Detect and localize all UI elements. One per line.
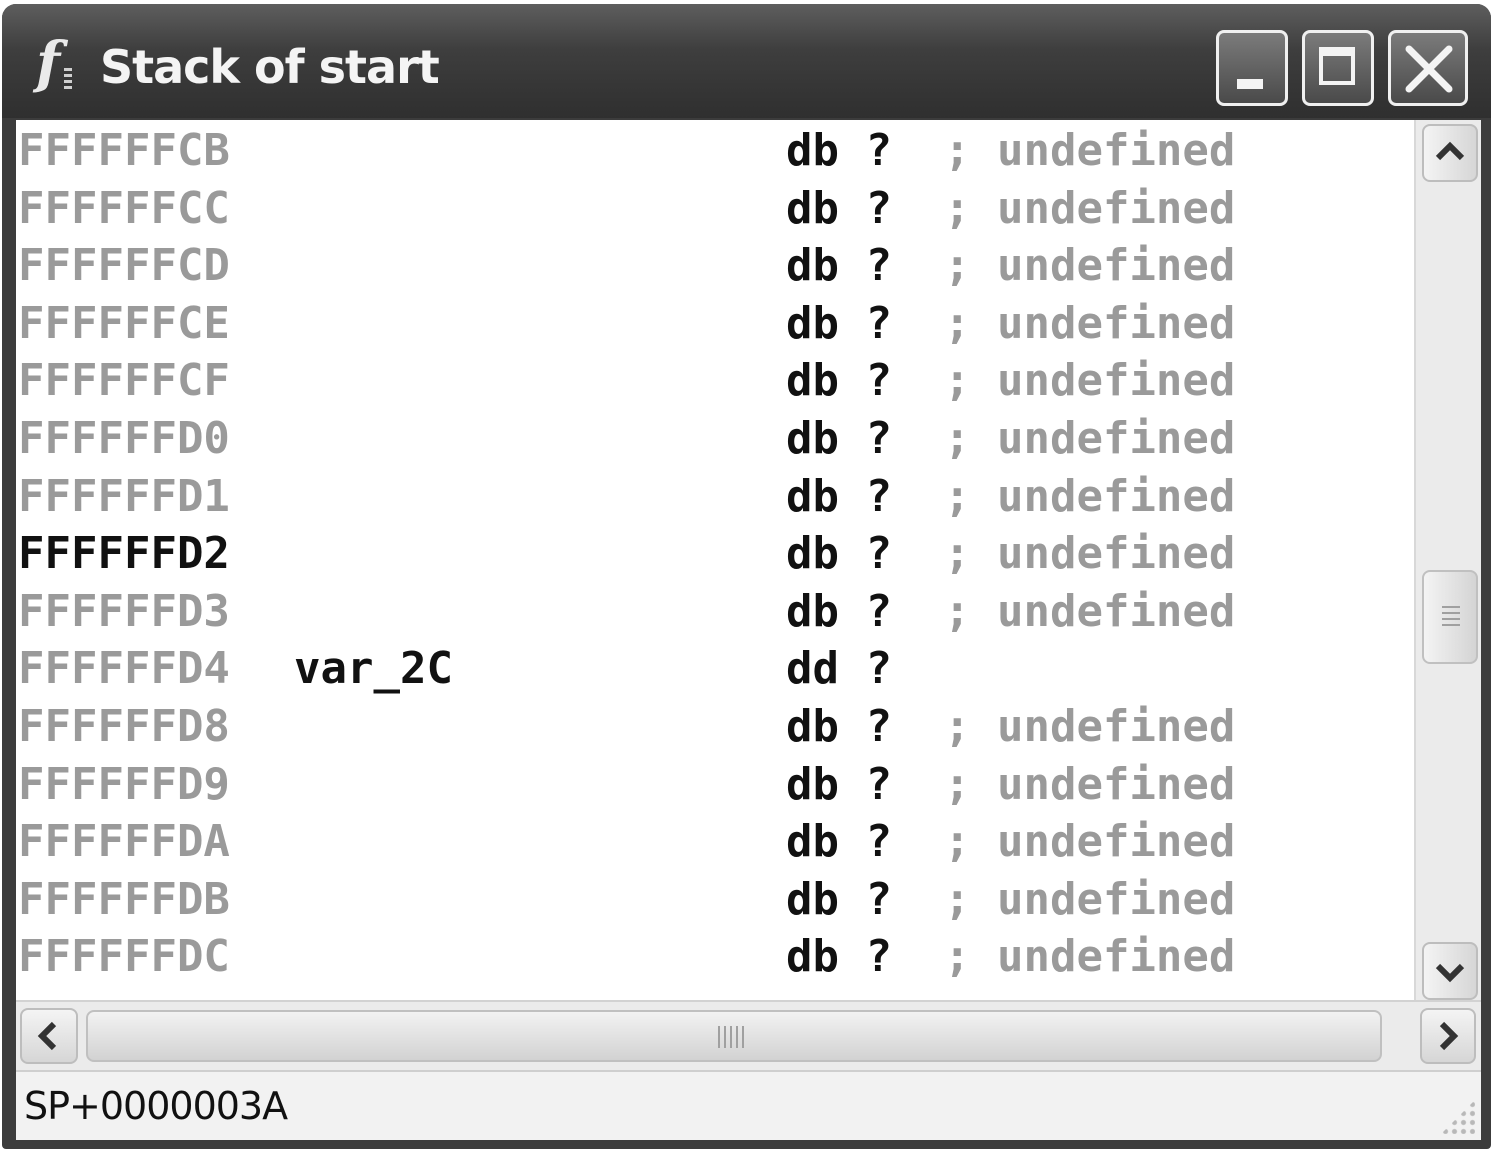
ida-function-icon: f xyxy=(34,30,94,98)
row-address: FFFFFFD1 xyxy=(18,470,230,522)
stack-pointer-offset: SP+0000003A xyxy=(24,1084,288,1128)
row-address: FFFFFFD8 xyxy=(18,701,230,752)
row-comment: ; undefined xyxy=(944,413,1236,464)
listing-row[interactable]: FFFFFFDB db ? ; undefined xyxy=(16,871,1414,928)
listing-row[interactable]: FFFFFFCB db ? ; undefined xyxy=(16,122,1414,179)
minimize-button[interactable] xyxy=(1216,30,1288,106)
row-instruction: db ? xyxy=(786,758,892,810)
listing-row[interactable]: FFFFFFD2 db ? ; undefined xyxy=(16,525,1414,582)
listing-row[interactable]: FFFFFFCE db ? ; undefined xyxy=(16,295,1414,352)
listing-row[interactable]: FFFFFFD3 db ? ; undefined xyxy=(16,583,1414,640)
close-button[interactable] xyxy=(1388,30,1468,106)
row-instruction: db ? xyxy=(786,355,892,407)
row-comment: ; undefined xyxy=(944,355,1236,407)
row-comment: ; undefined xyxy=(944,528,1236,580)
horizontal-scroll-thumb[interactable] xyxy=(86,1010,1382,1062)
row-address: FFFFFFD0 xyxy=(18,413,230,464)
listing-row[interactable]: FFFFFFD0 db ? ; undefined xyxy=(16,410,1414,467)
grip-icon xyxy=(718,1026,748,1048)
window-title: Stack of start xyxy=(100,40,440,94)
row-address: FFFFFFCF xyxy=(18,355,230,407)
row-comment: ; undefined xyxy=(944,297,1236,349)
listing-row[interactable]: FFFFFFD4 var_2C dd ? xyxy=(16,640,1414,697)
row-comment: ; undefined xyxy=(944,758,1236,810)
row-instruction: db ? xyxy=(786,240,892,292)
row-instruction: db ? xyxy=(786,931,892,983)
row-instruction: db ? xyxy=(786,816,892,868)
row-address: FFFFFFD9 xyxy=(18,758,230,810)
row-comment: ; undefined xyxy=(944,931,1236,983)
row-comment: ; undefined xyxy=(944,873,1236,925)
row-instruction: db ? xyxy=(786,873,892,925)
horizontal-scrollbar[interactable] xyxy=(16,1000,1414,1070)
listing-row[interactable]: FFFFFFD9 db ? ; undefined xyxy=(16,756,1414,813)
resize-grip-icon[interactable] xyxy=(1441,1100,1475,1134)
stack-listing[interactable]: FFFFFFCB db ? ; undefined FFFFFFCC db ? ; und… xyxy=(16,120,1414,1000)
minimize-icon xyxy=(1237,79,1263,89)
scroll-down-button[interactable] xyxy=(1422,942,1478,1000)
row-instruction: dd ? xyxy=(786,643,892,695)
maximize-button[interactable] xyxy=(1302,30,1374,106)
client-area: FFFFFFCB db ? ; undefined FFFFFFCC db ? ; und… xyxy=(16,120,1481,1140)
vertical-scroll-thumb[interactable] xyxy=(1422,570,1478,664)
listing-row[interactable]: FFFFFFCF db ? ; undefined xyxy=(16,352,1414,409)
row-instruction: db ? xyxy=(786,585,892,637)
maximize-icon xyxy=(1319,47,1355,85)
row-address: FFFFFFD3 xyxy=(18,585,230,637)
listing-row[interactable]: FFFFFFD8 db ? ; undefined xyxy=(16,698,1414,755)
row-comment: ; undefined xyxy=(944,240,1236,292)
row-instruction: db ? xyxy=(786,125,892,176)
chevron-right-icon xyxy=(1439,1021,1459,1051)
row-instruction: db ? xyxy=(786,297,892,349)
chevron-up-icon xyxy=(1435,141,1465,161)
row-address: FFFFFFCD xyxy=(18,240,230,292)
listing-row[interactable]: FFFFFFCD db ? ; undefined xyxy=(16,237,1414,294)
row-address: FFFFFFCC xyxy=(18,182,230,234)
listing-row[interactable]: FFFFFFCC db ? ; undefined xyxy=(16,180,1414,237)
row-address: FFFFFFD2 xyxy=(18,528,230,580)
grip-icon xyxy=(1442,606,1460,630)
row-comment: ; undefined xyxy=(944,701,1236,752)
scroll-right-button[interactable] xyxy=(1420,1008,1476,1064)
stack-window: f Stack of start FFFFFFCB db ? ; undefined… xyxy=(2,4,1491,1149)
row-address: FFFFFFDC xyxy=(18,931,230,983)
status-bar: SP+0000003A xyxy=(16,1070,1481,1140)
vertical-scrollbar[interactable] xyxy=(1414,120,1481,1000)
scroll-up-button[interactable] xyxy=(1422,124,1478,182)
row-instruction: db ? xyxy=(786,182,892,234)
row-comment: ; undefined xyxy=(944,182,1236,234)
row-comment: ; undefined xyxy=(944,585,1236,637)
row-comment: ; undefined xyxy=(944,125,1236,176)
row-address: FFFFFFD4 xyxy=(18,643,230,695)
listing-row[interactable]: FFFFFFD1 db ? ; undefined xyxy=(16,468,1414,525)
row-instruction: db ? xyxy=(786,701,892,752)
title-bar[interactable]: f Stack of start xyxy=(2,4,1491,118)
scrollbar-corner xyxy=(1414,1000,1481,1070)
chevron-left-icon xyxy=(37,1021,57,1051)
row-variable-name[interactable]: var_2C xyxy=(294,640,453,697)
row-address: FFFFFFDB xyxy=(18,873,230,925)
listing-row[interactable]: FFFFFFDA db ? ; undefined xyxy=(16,813,1414,870)
row-instruction: db ? xyxy=(786,413,892,464)
row-comment: ; undefined xyxy=(944,470,1236,522)
listing-row[interactable]: FFFFFFDC db ? ; undefined xyxy=(16,928,1414,985)
row-address: FFFFFFCE xyxy=(18,297,230,349)
chevron-down-icon xyxy=(1435,963,1465,983)
close-icon xyxy=(1405,45,1453,93)
scroll-left-button[interactable] xyxy=(20,1008,78,1064)
row-comment: ; undefined xyxy=(944,816,1236,868)
row-instruction: db ? xyxy=(786,528,892,580)
row-instruction: db ? xyxy=(786,470,892,522)
row-address: FFFFFFDA xyxy=(18,816,230,868)
row-address: FFFFFFCB xyxy=(18,125,230,176)
